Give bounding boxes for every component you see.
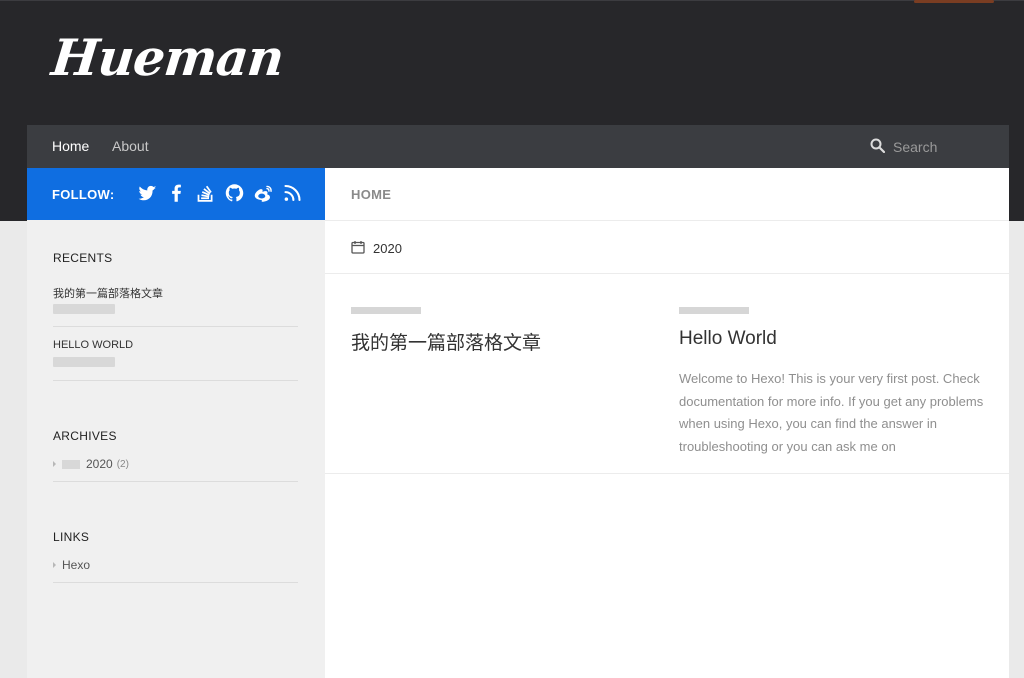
header-decoration bbox=[914, 0, 994, 3]
recent-post-link[interactable]: 我的第一篇部落格文章 bbox=[53, 285, 163, 301]
github-icon[interactable] bbox=[224, 182, 245, 204]
header-divider bbox=[0, 0, 1024, 1]
rss-icon[interactable] bbox=[282, 182, 303, 204]
recent-post-date bbox=[53, 304, 115, 314]
nav-item-about[interactable]: About bbox=[112, 138, 149, 154]
nav-item-home[interactable]: Home bbox=[52, 138, 89, 154]
facebook-icon[interactable] bbox=[166, 182, 187, 204]
site-logo[interactable]: Hueman bbox=[49, 28, 286, 87]
link-item[interactable]: Hexo bbox=[53, 558, 90, 572]
divider bbox=[53, 582, 298, 583]
breadcrumb: HOME bbox=[351, 187, 392, 202]
divider bbox=[53, 380, 298, 381]
archive-heading: 2020 bbox=[351, 240, 402, 257]
divider bbox=[325, 273, 1009, 274]
divider bbox=[325, 473, 1009, 474]
archive-blur bbox=[62, 459, 80, 469]
recent-post-date bbox=[53, 357, 115, 367]
post-card: 我的第一篇部落格文章 bbox=[351, 307, 661, 355]
social-links bbox=[137, 182, 303, 204]
divider bbox=[325, 220, 1009, 221]
recents-title: RECENTS bbox=[53, 251, 113, 265]
post-excerpt: Welcome to Hexo! This is your very first… bbox=[679, 371, 984, 454]
divider bbox=[53, 326, 298, 327]
stackoverflow-icon[interactable] bbox=[195, 182, 216, 204]
search-box[interactable]: Search bbox=[870, 138, 937, 156]
bullet-icon bbox=[53, 461, 56, 467]
follow-label: FOLLOW: bbox=[52, 187, 115, 202]
follow-bar: FOLLOW: bbox=[27, 168, 325, 220]
recent-post-link[interactable]: HELLO WORLD bbox=[53, 339, 133, 351]
calendar-icon bbox=[351, 240, 365, 257]
bullet-icon bbox=[53, 562, 56, 568]
search-icon bbox=[870, 138, 886, 156]
post-date bbox=[679, 307, 749, 314]
sidebar: RECENTS 我的第一篇部落格文章 HELLO WORLD ARCHIVES … bbox=[27, 220, 325, 678]
post-title[interactable]: 我的第一篇部落格文章 bbox=[351, 328, 661, 355]
post-date bbox=[351, 307, 421, 314]
search-input[interactable]: Search bbox=[893, 139, 937, 155]
archive-label[interactable]: 2020 bbox=[86, 457, 113, 471]
divider bbox=[53, 481, 298, 482]
archive-year: 2020 bbox=[373, 241, 402, 256]
post-card: Hello World Welcome to Hexo! This is you… bbox=[679, 307, 989, 458]
link-label[interactable]: Hexo bbox=[62, 558, 90, 572]
twitter-icon[interactable] bbox=[137, 182, 158, 204]
links-title: LINKS bbox=[53, 530, 90, 544]
archive-item[interactable]: 2020 (2) bbox=[53, 457, 129, 471]
post-title[interactable]: Hello World bbox=[679, 328, 989, 350]
main-nav: Home About Search bbox=[27, 125, 1009, 168]
archive-count: (2) bbox=[116, 458, 129, 470]
archives-title: ARCHIVES bbox=[53, 429, 117, 443]
weibo-icon[interactable] bbox=[253, 182, 274, 204]
main-content: HOME 2020 我的第一篇部落格文章 Hello World Welcome… bbox=[325, 168, 1009, 678]
